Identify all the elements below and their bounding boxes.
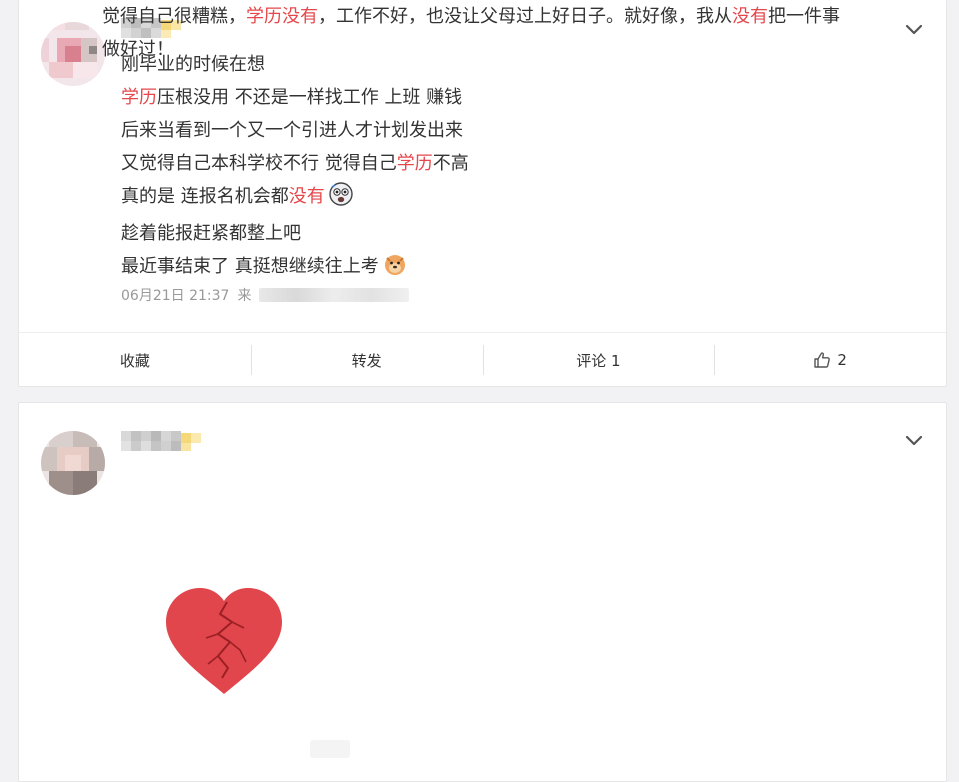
thumbs-up-icon xyxy=(813,351,831,369)
more-menu-button[interactable] xyxy=(902,431,926,451)
post-text-line: 学历压根没用 不还是一样找工作 上班 赚钱 xyxy=(121,81,916,114)
text-segment: 不高 xyxy=(432,153,469,174)
keyword-highlight[interactable]: 没有 xyxy=(732,6,768,27)
post-text-line: 做好过！ xyxy=(102,33,929,66)
keyword-highlight[interactable]: 没有 xyxy=(289,186,325,207)
doge-icon xyxy=(383,252,407,287)
text-segment: 做好过！ xyxy=(102,39,174,60)
post-timestamp[interactable]: 06月21日 21:37 xyxy=(121,285,229,305)
post-actions: 收藏 转发 评论 1 2 xyxy=(19,332,946,387)
post-meta: 06月21日 21:37 来 xyxy=(121,285,410,305)
text-segment: ，工作不好，也没让父母过上好日子。就好像，我从 xyxy=(318,6,732,27)
text-segment: 最近事结束了 真挺想继续往上考 xyxy=(121,256,379,277)
post-text-line: 真的是 连报名机会都没有 xyxy=(121,180,916,217)
username-mosaic xyxy=(121,431,201,451)
post-text-line: 趁着能报赶紧都整上吧 xyxy=(121,217,916,250)
avatar[interactable] xyxy=(41,22,105,86)
username[interactable] xyxy=(121,431,201,451)
chevron-down-icon xyxy=(905,435,923,446)
like-button[interactable]: 2 xyxy=(714,333,946,387)
broken-heart-icon xyxy=(166,588,282,694)
keyword-highlight[interactable]: 学历 xyxy=(397,153,433,174)
post-text-line: 又觉得自己本科学校不行 觉得自己学历不高 xyxy=(121,147,916,180)
keyword-highlight[interactable]: 学历 xyxy=(121,87,157,108)
collect-button[interactable]: 收藏 xyxy=(19,333,251,387)
like-count: 2 xyxy=(837,351,847,369)
text-segment: 觉得自己很糟糕， xyxy=(102,6,246,27)
text-segment: 趁着能报赶紧都整上吧 xyxy=(121,223,301,244)
text-segment: 又觉得自己本科学校不行 觉得自己 xyxy=(121,153,397,174)
text-segment: 真的是 连报名机会都 xyxy=(121,186,289,207)
repost-button[interactable]: 转发 xyxy=(250,333,483,387)
keyword-highlight[interactable]: 学历没有 xyxy=(246,6,318,27)
repost-label: 转发 xyxy=(351,351,382,370)
post-text: 觉得自己很糟糕，学历没有，工作不好，也没让父母过上好日子。就好像，我从没有把一件… xyxy=(102,0,929,66)
broken-heart-image[interactable] xyxy=(148,582,300,712)
collect-label: 收藏 xyxy=(119,351,150,370)
image-watermark-blur xyxy=(310,740,350,758)
text-segment: 把一件事 xyxy=(768,6,840,27)
avatar-mosaic xyxy=(41,22,105,86)
comment-label: 评论 1 xyxy=(576,351,621,370)
scared-face-icon xyxy=(329,182,353,217)
comment-button[interactable]: 评论 1 xyxy=(482,333,715,387)
avatar-mosaic xyxy=(41,431,105,495)
post-text: 刚毕业的时候在想 学历压根没用 不还是一样找工作 上班 赚钱 后来当看到一个又一个引… xyxy=(121,48,916,287)
text-segment: 压根没用 不还是一样找工作 上班 赚钱 xyxy=(157,87,463,108)
post-text-line: 觉得自己很糟糕，学历没有，工作不好，也没让父母过上好日子。就好像，我从没有把一件… xyxy=(102,0,929,33)
post-text-line: 后来当看到一个又一个引进人才计划发出来 xyxy=(121,114,916,147)
source-name-mosaic xyxy=(259,288,410,302)
text-segment: 后来当看到一个又一个引进人才计划发出来 xyxy=(121,120,463,141)
source-label: 来 xyxy=(237,288,252,304)
avatar[interactable] xyxy=(41,431,105,495)
post-text-line: 最近事结束了 真挺想继续往上考 xyxy=(121,250,916,287)
